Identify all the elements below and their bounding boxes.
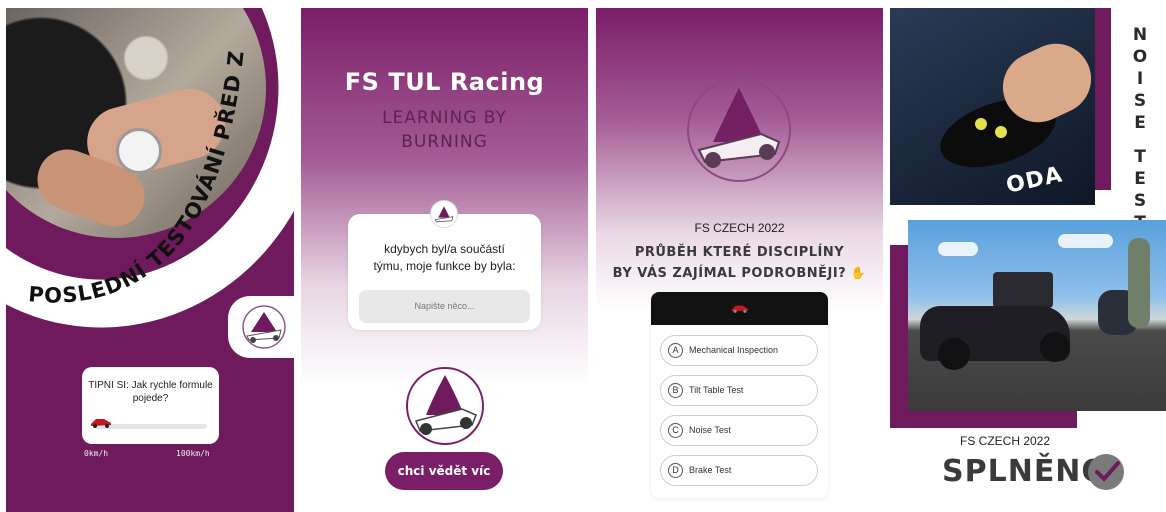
poll-card: A Mechanical Inspection B Tilt Table Test … (651, 292, 828, 498)
option-label: Mechanical Inspection (689, 345, 779, 355)
letter: S (1133, 191, 1147, 211)
brand-title: FS TUL Racing (344, 68, 545, 96)
poll-option-c[interactable]: C Noise Test (660, 415, 818, 446)
noise-sticker-photo: ODA (890, 8, 1095, 205)
slider-quiz-card: TIPNI SI: Jak rychle formule pojede? (82, 367, 219, 444)
letter-gap (1130, 134, 1150, 146)
letter: I (1136, 69, 1144, 89)
story-panel-question: FS TUL Racing LEARNING BY BURNING kdybyc… (301, 8, 588, 512)
slider-max-label: 100km/h (176, 449, 210, 458)
avatar (430, 200, 458, 228)
curved-title: POSLEDNÍ TESTOVÁNÍ PŘED ZÁVODY (6, 8, 249, 308)
team-logo-icon (434, 206, 454, 223)
option-letter: A (668, 343, 683, 359)
event-caption: FS CZECH 2022 (960, 434, 1051, 448)
option-letter: D (668, 463, 683, 479)
learn-more-button[interactable]: chci vědět víc (385, 452, 503, 490)
story-panel-testing: POSLEDNÍ TESTOVÁNÍ PŘED ZÁVODY TIPNI SI:… (6, 8, 294, 512)
slogan-line-1: LEARNING BY (382, 108, 507, 128)
option-label: Brake Test (689, 465, 732, 475)
option-label: Noise Test (689, 425, 731, 435)
race-car-slider-handle-icon[interactable] (90, 416, 112, 428)
question-line-2: týmu, moje funkce by byla: (373, 259, 516, 273)
curved-title-text: POSLEDNÍ TESTOVÁNÍ PŘED ZÁVODY (6, 8, 248, 308)
poll-option-a[interactable]: A Mechanical Inspection (660, 335, 818, 366)
option-letter: B (668, 383, 683, 399)
quiz-question: TIPNI SI: Jak rychle formule pojede? (88, 380, 213, 404)
svg-text:POSLEDNÍ TESTOVÁNÍ PŘED ZÁVODY: POSLEDNÍ TESTOVÁNÍ PŘED ZÁVODY (6, 8, 249, 308)
thumbs-up-icon: ✋ (846, 266, 867, 280)
option-letter: C (668, 423, 683, 439)
photo-text: ODA (1004, 162, 1065, 199)
slogan: LEARNING BY BURNING (301, 106, 588, 154)
question-line-1: kdybych byl/a součástí (384, 242, 505, 256)
letter: T (1134, 147, 1146, 167)
checkmark-icon (1088, 454, 1124, 490)
race-car-icon (731, 305, 749, 313)
team-logo-icon (242, 305, 286, 349)
story-panel-poll: FS CZECH 2022 PRŮBĚH KTERÉ DISCIPLÍNY BY… (596, 8, 883, 512)
event-subtitle: FS CZECH 2022 (694, 221, 785, 235)
team-logo-tab (228, 296, 294, 358)
letter: O (1132, 47, 1148, 67)
race-car-track-photo (908, 220, 1166, 411)
question-sticker-card: kdybych byl/a součástí týmu, moje funkce… (348, 214, 541, 330)
completed-label: SPLNĚNO (942, 454, 1108, 489)
poll-option-b[interactable]: B Tilt Table Test (660, 375, 818, 406)
poll-option-d[interactable]: D Brake Test (660, 455, 818, 486)
headline-line-2: BY VÁS ZAJÍMAL PODROBNĚJI? (612, 266, 847, 281)
letter: E (1134, 113, 1146, 133)
poll-headline: PRŮBĚH KTERÉ DISCIPLÍNY BY VÁS ZAJÍMAL P… (596, 242, 883, 284)
letter: N (1132, 25, 1148, 45)
poll-header (651, 292, 828, 325)
story-panel-noise-test: ODA N O I S E T E S T FS CZECH 2022 SPLN… (890, 8, 1166, 512)
answer-input[interactable]: Napište něco... (359, 290, 530, 323)
headline-line-1: PRŮBĚH KTERÉ DISCIPLÍNY (634, 245, 845, 260)
letter: E (1134, 169, 1146, 189)
slider-min-label: 0km/h (84, 449, 109, 458)
team-logo-icon (406, 367, 484, 445)
noise-test-vertical-title: N O I S E T E S T (1130, 24, 1150, 234)
letter: S (1133, 91, 1147, 111)
slogan-line-2: BURNING (401, 132, 488, 152)
team-logo-icon (687, 78, 791, 182)
option-label: Tilt Table Test (689, 385, 744, 395)
